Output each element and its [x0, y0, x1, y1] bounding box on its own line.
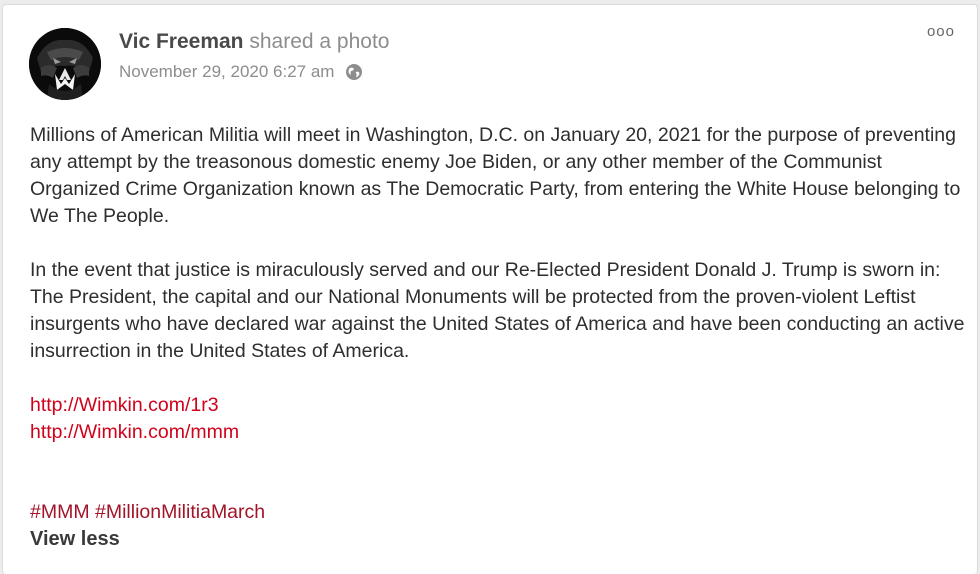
view-less-button[interactable]: View less [30, 526, 120, 553]
post-header: Vic Freeman shared a photo November 29, … [119, 29, 389, 82]
post-paragraph: In the event that justice is miraculousl… [30, 259, 965, 362]
avatar[interactable] [29, 28, 101, 100]
more-options-icon[interactable]: ooo [927, 23, 955, 40]
hashtag[interactable]: #MMM [30, 501, 90, 523]
globe-icon [345, 63, 363, 81]
author-name[interactable]: Vic Freeman [119, 30, 244, 53]
post-link[interactable]: http://Wimkin.com/mmm [30, 419, 239, 446]
action-text: shared a photo [249, 30, 390, 53]
hashtag[interactable]: #MillionMilitiaMarch [95, 501, 265, 523]
post-meta: November 29, 2020 6:27 am [119, 62, 389, 82]
timestamp[interactable]: November 29, 2020 6:27 am [119, 62, 334, 82]
post-link[interactable]: http://Wimkin.com/1r3 [30, 392, 239, 419]
author-line: Vic Freeman shared a photo [119, 29, 389, 55]
hashtags: #MMM #MillionMilitiaMarch [30, 499, 265, 526]
post-body: Millions of American Militia will meet i… [30, 122, 970, 365]
post-links: http://Wimkin.com/1r3 http://Wimkin.com/… [30, 392, 239, 446]
post-card: Vic Freeman shared a photo November 29, … [2, 4, 978, 574]
post-paragraph: Millions of American Militia will meet i… [30, 124, 961, 227]
